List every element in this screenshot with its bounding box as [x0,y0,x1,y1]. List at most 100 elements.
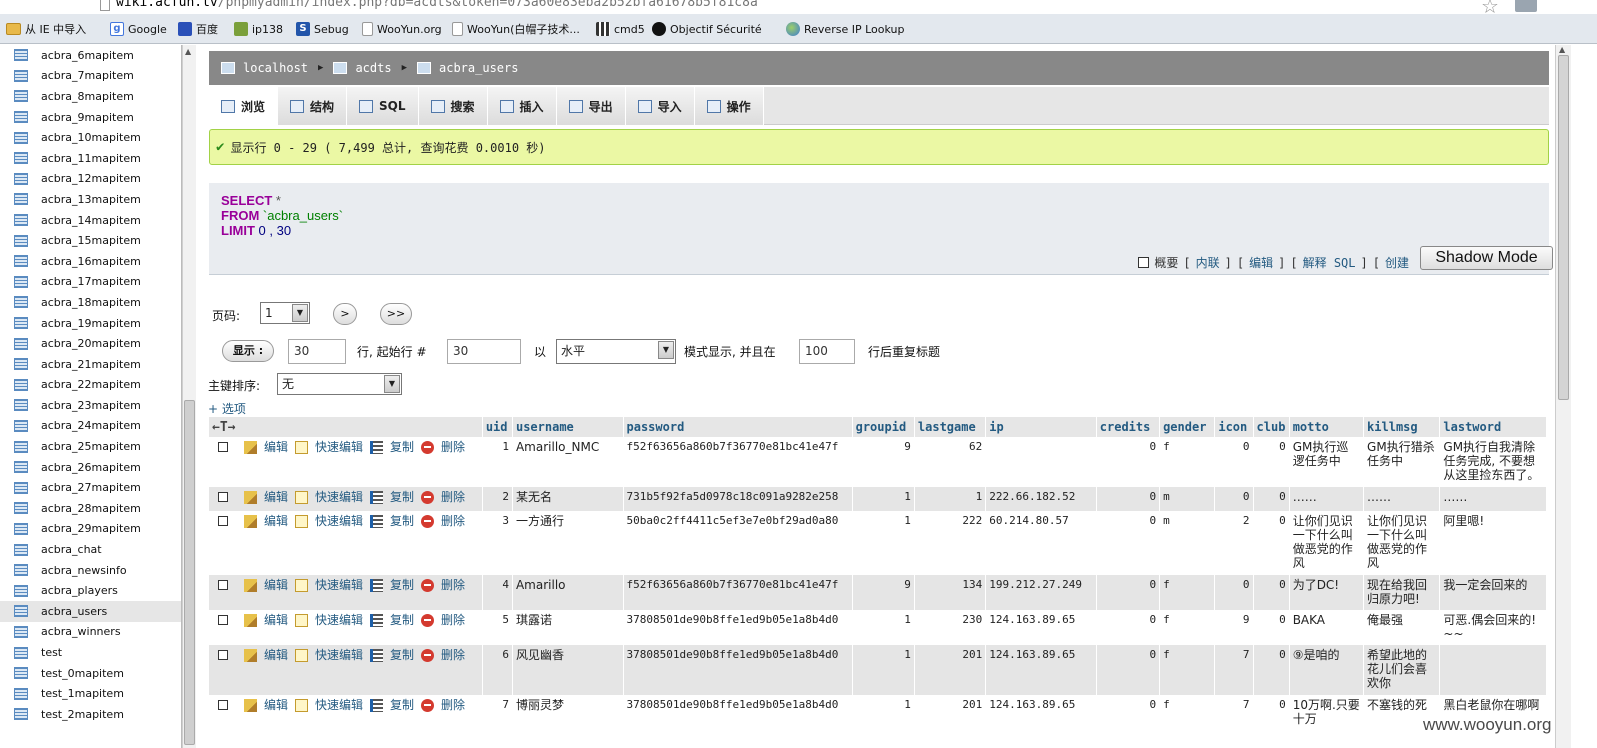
sidebar-item-acbra_users[interactable]: acbra_users [0,601,181,622]
cell-motto[interactable]: 让你们见识一下什么叫做恶党的作风 [1289,511,1365,575]
cell-gender[interactable]: f [1159,645,1216,695]
table-icon[interactable] [14,49,28,62]
cell-password[interactable]: 37808501de90b8ffe1ed9b05e1a8b4d0 [623,610,853,645]
repeat-header-input[interactable]: 100 [799,339,855,364]
cell-groupid[interactable]: 9 [852,437,915,487]
sidebar-item-acbra_26mapitem[interactable]: acbra_26mapitem [0,457,181,478]
sidebar-item-acbra_14mapitem[interactable]: acbra_14mapitem [0,210,181,231]
cell-lastgame[interactable]: 230 [914,610,987,645]
edit-link[interactable]: 编辑 [264,613,288,627]
sidebar-item-acbra_20mapitem[interactable]: acbra_20mapitem [0,333,181,354]
explain-sql-link[interactable]: 解释 SQL [1303,254,1356,271]
table-icon[interactable] [14,172,28,185]
column-header-club[interactable]: club [1253,417,1290,437]
cell-gender[interactable]: m [1159,487,1216,511]
bookmark-reverse-ip[interactable]: Reverse IP Lookup [786,21,904,37]
cell-ip[interactable]: 199.212.27.249 [985,575,1097,610]
cell-gender[interactable]: f [1159,437,1216,487]
edit-link[interactable]: 编辑 [264,578,288,592]
profiling-checkbox[interactable] [1138,257,1150,268]
sidebar-item-label[interactable]: acbra_14mapitem [41,214,141,227]
cell-username[interactable]: 风见幽香 [512,645,624,695]
cell-credits[interactable]: 0 [1096,695,1161,729]
sidebar-item-acbra_6mapitem[interactable]: acbra_6mapitem [0,45,181,66]
copy-icon[interactable] [370,578,384,592]
cell-credits[interactable]: 0 [1096,645,1161,695]
cell-club[interactable]: 0 [1253,610,1290,645]
cell-killmsg[interactable]: …… [1363,487,1441,511]
sidebar-item-label[interactable]: acbra_users [41,605,107,618]
cell-username[interactable]: Amarillo [512,575,624,610]
copy-link[interactable]: 复制 [390,648,414,662]
delete-icon[interactable] [421,514,435,528]
cell-club[interactable]: 0 [1253,487,1290,511]
edit-link[interactable]: 编辑 [264,648,288,662]
sidebar-item-label[interactable]: acbra_28mapitem [41,502,141,515]
sidebar-item-test[interactable]: test [0,642,181,663]
sidebar-item-test_0mapitem[interactable]: test_0mapitem [0,663,181,684]
cell-lastgame[interactable]: 62 [914,437,987,487]
sidebar-item-acbra_21mapitem[interactable]: acbra_21mapitem [0,354,181,375]
row-checkbox[interactable] [218,700,228,710]
sidebar-item-acbra_16mapitem[interactable]: acbra_16mapitem [0,251,181,272]
show-button[interactable]: 显示 : [222,340,274,362]
column-header-username[interactable]: username [512,417,624,437]
cell-lastgame[interactable]: 134 [914,575,987,610]
right-scrollbar[interactable]: ▲ [1555,45,1571,748]
cell-username[interactable]: 某无名 [512,487,624,511]
cell-ip[interactable]: 60.214.80.57 [985,511,1097,575]
sidebar-item-acbra_8mapitem[interactable]: acbra_8mapitem [0,86,181,107]
delete-link[interactable]: 删除 [441,578,465,592]
delete-icon[interactable] [421,648,435,662]
row-checkbox[interactable] [218,615,228,625]
next-page-button[interactable]: > [333,303,357,325]
sidebar-item-acbra_22mapitem[interactable]: acbra_22mapitem [0,375,181,396]
cell-password[interactable]: f52f63656a860b7f36770e81bc41e47f [623,575,853,610]
sidebar-item-acbra_28mapitem[interactable]: acbra_28mapitem [0,498,181,519]
cell-lastword[interactable]: …… [1439,487,1547,511]
table-icon[interactable] [14,337,28,350]
cell-lastword[interactable]: GM执行自我清除任务完成, 不要想从这里捡东西了。 [1439,437,1547,487]
cell-uid[interactable]: 4 [482,575,513,610]
sidebar-item-label[interactable]: acbra_players [41,584,118,597]
cell-motto[interactable]: GM执行巡逻任务中 [1289,437,1365,487]
sidebar-item-label[interactable]: acbra_16mapitem [41,255,141,268]
url-text[interactable]: wiki.acfun.tv/phpmyadmin/index.php?db=ac… [116,0,758,10]
cell-username[interactable]: 博丽灵梦 [512,695,624,729]
sidebar-item-label[interactable]: test_1mapitem [41,687,124,700]
table-icon[interactable] [14,625,28,638]
cell-uid[interactable]: 5 [482,610,513,645]
table-icon[interactable] [14,255,28,268]
cell-club[interactable]: 0 [1253,695,1290,729]
sidebar-item-acbra_15mapitem[interactable]: acbra_15mapitem [0,230,181,251]
column-header-groupid[interactable]: groupid [852,417,915,437]
edit-link[interactable]: 编辑 [264,514,288,528]
copy-icon[interactable] [370,440,384,454]
sidebar-item-label[interactable]: acbra_21mapitem [41,358,141,371]
options-link[interactable]: + 选项 [208,400,246,417]
sidebar-item-label[interactable]: acbra_27mapitem [41,481,141,494]
cell-club[interactable]: 0 [1253,575,1290,610]
table-icon[interactable] [14,584,28,597]
table-icon[interactable] [14,378,28,391]
pencil-icon[interactable] [244,490,257,504]
inline-edit-link[interactable]: 内联 [1196,254,1220,271]
delete-link[interactable]: 删除 [441,648,465,662]
cell-credits[interactable]: 0 [1096,437,1161,487]
table-icon[interactable] [14,461,28,474]
copy-icon[interactable] [370,648,384,662]
delete-link[interactable]: 删除 [441,490,465,504]
table-icon[interactable] [14,522,28,535]
quick-edit-icon[interactable] [295,578,309,592]
copy-link[interactable]: 复制 [390,514,414,528]
table-icon[interactable] [14,708,28,721]
cell-killmsg[interactable]: 希望此地的花儿们会喜欢你 [1363,645,1441,695]
bookmark-google[interactable]: g Google [110,21,167,37]
sidebar-item-label[interactable]: test_0mapitem [41,667,124,680]
cell-credits[interactable]: 0 [1096,487,1161,511]
sidebar-item-label[interactable]: test_2mapitem [41,708,124,721]
sidebar-item-label[interactable]: acbra_winners [41,625,121,638]
edit-query-link[interactable]: 编辑 [1249,254,1273,271]
sidebar-item-label[interactable]: acbra_29mapitem [41,522,141,535]
sidebar-item-acbra_11mapitem[interactable]: acbra_11mapitem [0,148,181,169]
